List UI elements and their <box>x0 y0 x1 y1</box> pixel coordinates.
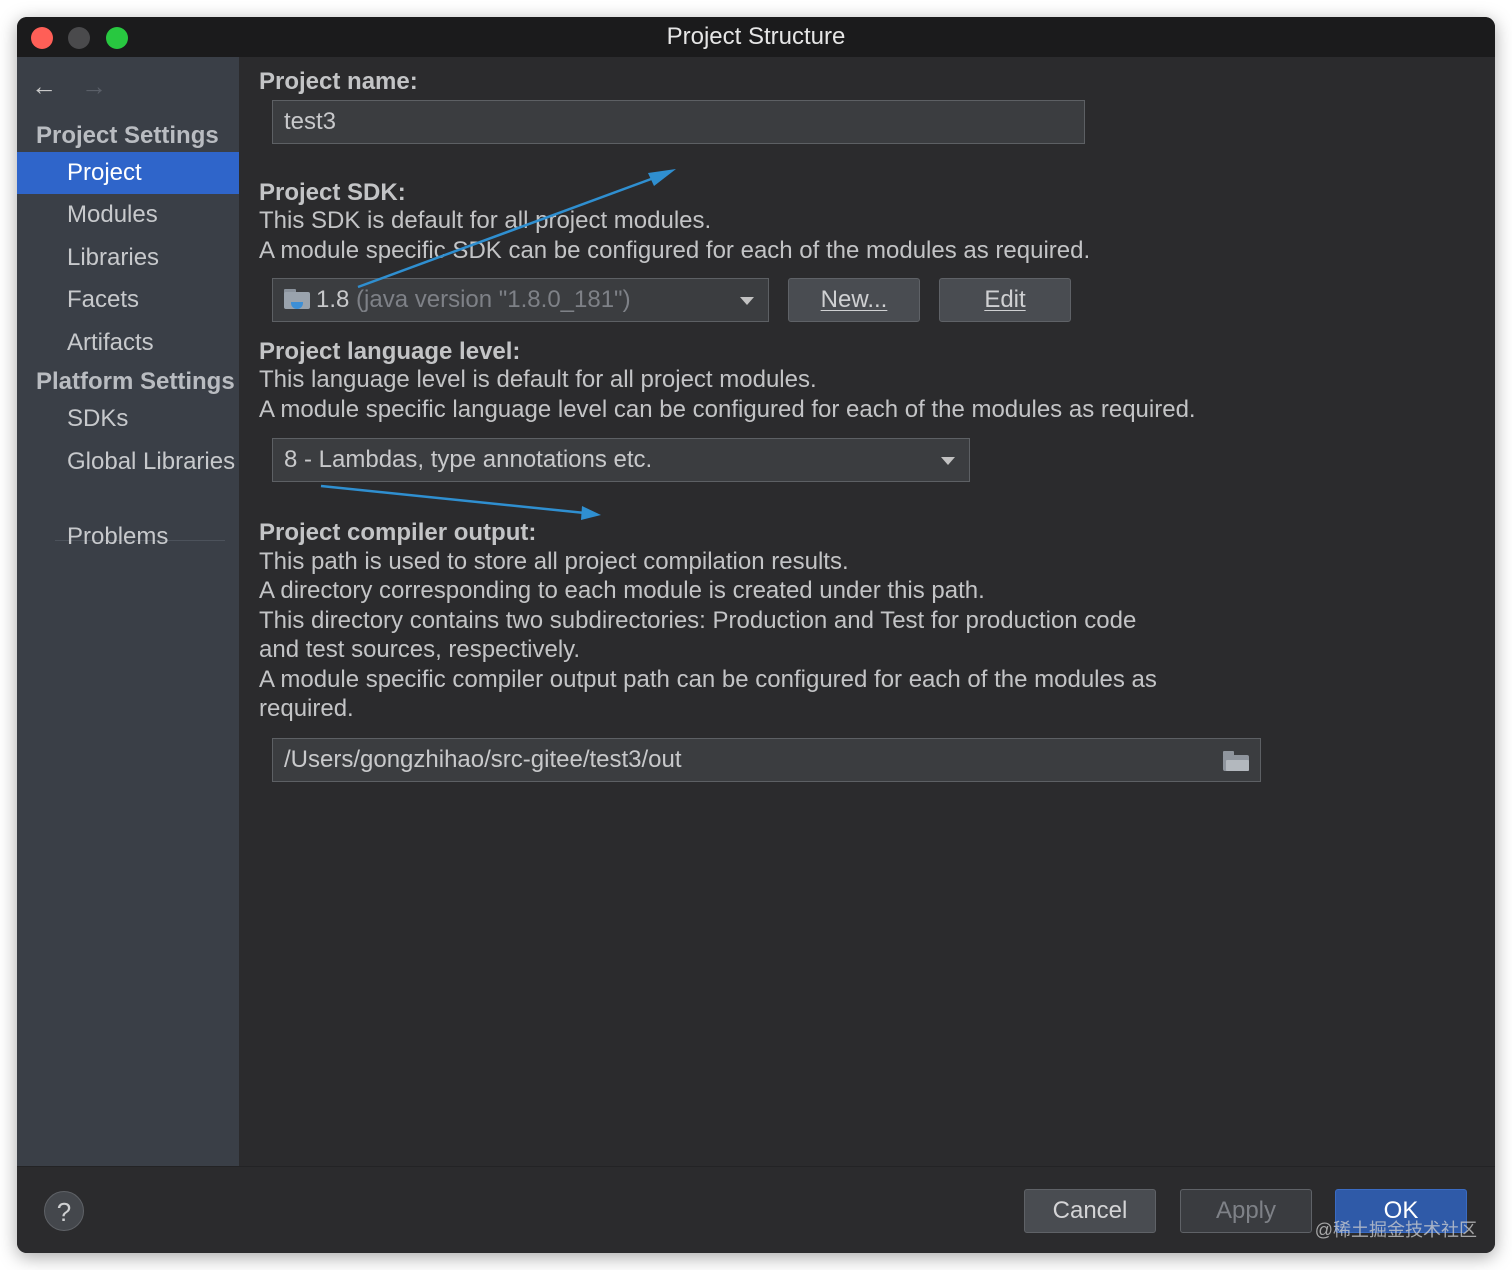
sidebar-item-global-libraries[interactable]: Global Libraries <box>17 441 239 483</box>
compiler-output-path-field[interactable]: /Users/gongzhihao/src-gitee/test3/out <box>272 738 1261 782</box>
sidebar-item-facets[interactable]: Facets <box>17 279 239 321</box>
sidebar-item-sdks[interactable]: SDKs <box>17 398 239 440</box>
chevron-down-icon <box>941 457 955 465</box>
sdk-folder-icon <box>284 289 310 309</box>
project-sdk-dropdown[interactable]: 1.8 (java version "1.8.0_181") <box>272 278 769 322</box>
forward-arrow-icon[interactable]: → <box>81 71 107 102</box>
sidebar: ← → Project Settings Project Modules Lib… <box>17 57 239 1166</box>
project-sdk-description-2: A module specific SDK can be configured … <box>259 237 1091 264</box>
compiler-output-description-4: and test sources, respectively. <box>259 636 581 663</box>
project-sdk-label: Project SDK: <box>259 179 406 206</box>
project-settings-header: Project Settings <box>36 122 219 149</box>
edit-sdk-button[interactable]: Edit <box>939 278 1071 322</box>
sidebar-item-modules[interactable]: Modules <box>17 194 239 236</box>
compiler-output-label: Project compiler output: <box>259 519 537 546</box>
language-level-value: 8 - Lambdas, type annotations etc. <box>284 446 653 473</box>
compiler-output-description-5: A module specific compiler output path c… <box>259 666 1157 693</box>
project-sdk-description-1: This SDK is default for all project modu… <box>259 207 712 234</box>
watermark: @稀土掘金技术社区 <box>1314 1220 1477 1240</box>
apply-button[interactable]: Apply <box>1180 1189 1312 1233</box>
project-structure-window: Project Structure ← → Project Settings P… <box>17 17 1495 1253</box>
sidebar-item-problems[interactable]: Problems <box>17 516 239 558</box>
platform-settings-header: Platform Settings <box>36 368 235 395</box>
help-button[interactable]: ? <box>44 1191 84 1231</box>
compiler-output-path: /Users/gongzhihao/src-gitee/test3/out <box>284 746 682 773</box>
project-settings-panel: Project name: Project SDK: This SDK is d… <box>239 57 1495 1166</box>
back-arrow-icon[interactable]: ← <box>31 71 57 102</box>
project-name-input[interactable] <box>272 100 1085 144</box>
sidebar-item-project[interactable]: Project <box>17 152 239 194</box>
compiler-output-description-2: A directory corresponding to each module… <box>259 577 985 604</box>
compiler-output-description-1: This path is used to store all project c… <box>259 548 849 575</box>
window-title: Project Structure <box>666 23 846 50</box>
language-level-label: Project language level: <box>259 338 521 365</box>
cancel-button[interactable]: Cancel <box>1024 1189 1156 1233</box>
compiler-output-description-3: This directory contains two subdirectori… <box>259 607 1137 634</box>
chevron-down-icon <box>740 297 754 305</box>
sidebar-item-libraries[interactable]: Libraries <box>17 237 239 279</box>
compiler-output-description-6: required. <box>259 695 354 722</box>
sdk-version: 1.8 <box>316 286 350 313</box>
new-sdk-button[interactable]: New... <box>788 278 920 322</box>
project-name-label: Project name: <box>259 68 418 95</box>
browse-folder-icon[interactable] <box>1223 751 1249 771</box>
dialog-footer: ? Cancel Apply OK @稀土掘金技术社区 <box>17 1166 1495 1253</box>
language-level-description-2: A module specific language level can be … <box>259 396 1196 423</box>
language-level-description-1: This language level is default for all p… <box>259 366 817 393</box>
sdk-version-detail: (java version "1.8.0_181") <box>356 286 631 313</box>
language-level-dropdown[interactable]: 8 - Lambdas, type annotations etc. <box>272 438 970 482</box>
title-bar: Project Structure <box>17 17 1495 57</box>
sidebar-item-artifacts[interactable]: Artifacts <box>17 322 239 364</box>
